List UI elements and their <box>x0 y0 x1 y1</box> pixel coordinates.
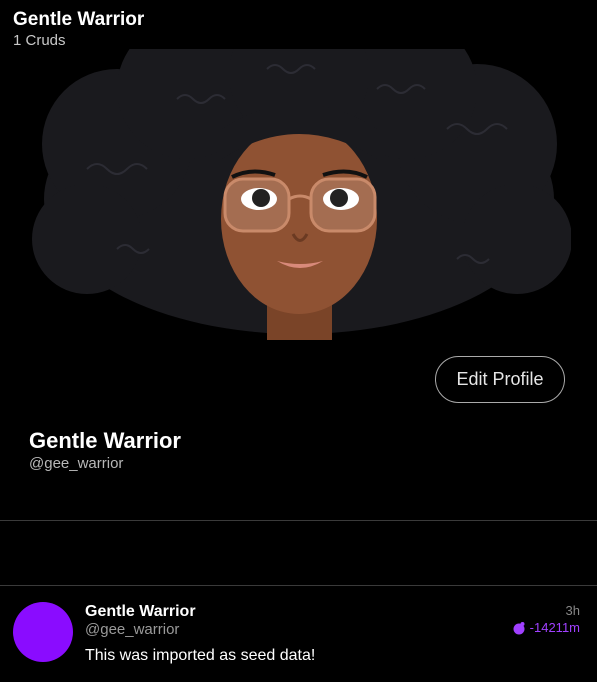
header-title: Gentle Warrior <box>13 9 145 30</box>
profile-display-name: Gentle Warrior <box>29 428 181 453</box>
divider <box>0 520 597 521</box>
post-author-name[interactable]: Gentle Warrior <box>85 603 196 621</box>
header-crud-count: 1 Cruds <box>13 32 66 49</box>
post-score-value: -14211m <box>529 620 580 635</box>
crud-orb-icon <box>513 621 525 634</box>
profile-banner-image <box>27 49 571 340</box>
post-item[interactable]: Gentle Warrior @gee_warrior This was imp… <box>0 586 597 682</box>
post-score: -14211m <box>512 620 580 635</box>
post-text: This was imported as seed data! <box>85 647 316 664</box>
post-author-handle[interactable]: @gee_warrior <box>85 621 179 638</box>
profile-header: Gentle Warrior 1 Cruds <box>13 8 144 50</box>
edit-profile-button[interactable]: Edit Profile <box>435 356 565 403</box>
post-timestamp: 3h <box>565 603 580 618</box>
cartoon-woman-banner-icon <box>27 49 571 340</box>
profile-handle: @gee_warrior <box>29 455 124 472</box>
avatar[interactable] <box>13 602 73 662</box>
